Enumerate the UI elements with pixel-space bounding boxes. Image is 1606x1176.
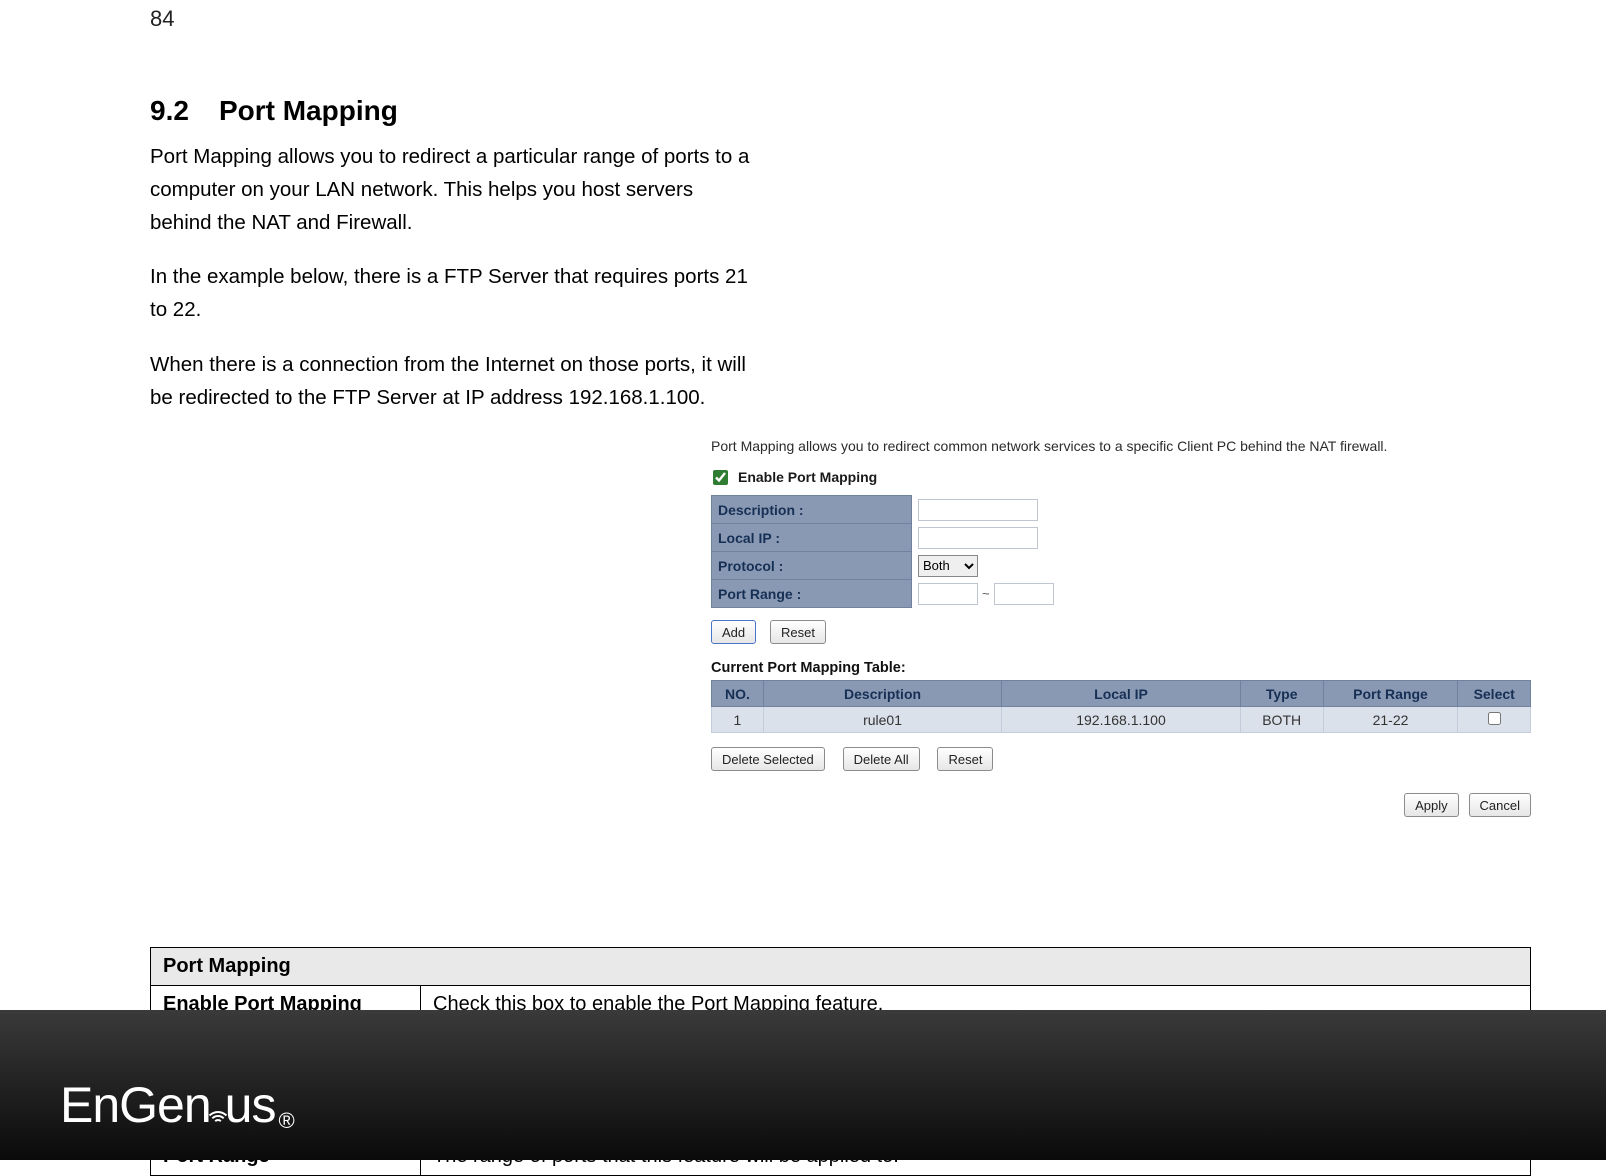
port-mapping-form: Description : Local IP : Protocol : Both	[711, 495, 1151, 608]
brand-logo: EnGen us ®	[60, 1076, 294, 1134]
page-footer: EnGen us ®	[0, 1010, 1606, 1160]
cell-description: rule01	[763, 707, 1001, 733]
section-heading: 9.2 Port Mapping	[150, 95, 1531, 127]
section-number: 9.2	[150, 95, 189, 126]
cell-port-range: 21-22	[1323, 707, 1458, 733]
page-number: 84	[150, 6, 174, 32]
port-range-to-input[interactable]	[994, 583, 1054, 605]
enable-port-mapping-row: Enable Port Mapping	[713, 469, 1531, 485]
brand-text-pre: EnGen	[60, 1076, 211, 1134]
col-select: Select	[1458, 681, 1531, 707]
protocol-select[interactable]: Both	[918, 555, 978, 577]
reset-form-button[interactable]: Reset	[770, 620, 826, 644]
delete-selected-button[interactable]: Delete Selected	[711, 747, 825, 771]
delete-all-button[interactable]: Delete All	[843, 747, 920, 771]
add-button[interactable]: Add	[711, 620, 756, 644]
mapping-table-title: Current Port Mapping Table:	[711, 660, 1531, 676]
table-row: 1 rule01 192.168.1.100 BOTH 21-22	[712, 707, 1531, 733]
cell-select	[1458, 707, 1531, 733]
col-local-ip: Local IP	[1002, 681, 1240, 707]
col-no: NO.	[712, 681, 764, 707]
reset-table-button[interactable]: Reset	[937, 747, 993, 771]
col-type: Type	[1240, 681, 1323, 707]
cell-type: BOTH	[1240, 707, 1323, 733]
section-title: Port Mapping	[219, 95, 398, 126]
enable-port-mapping-label: Enable Port Mapping	[738, 469, 877, 485]
table-header-row: NO. Description Local IP Type Port Range…	[712, 681, 1531, 707]
col-description: Description	[763, 681, 1001, 707]
definitions-header: Port Mapping	[151, 948, 1531, 986]
description-input[interactable]	[918, 499, 1038, 521]
form-label-protocol: Protocol :	[712, 552, 912, 580]
local-ip-input[interactable]	[918, 527, 1038, 549]
ui-screenshot: Port Mapping allows you to redirect comm…	[711, 437, 1531, 818]
cancel-button[interactable]: Cancel	[1469, 793, 1531, 817]
paragraph-2: In the example below, there is a FTP Ser…	[150, 261, 760, 327]
form-label-port-range: Port Range :	[712, 580, 912, 608]
apply-button[interactable]: Apply	[1404, 793, 1459, 817]
form-button-row: Add Reset	[711, 620, 1531, 644]
paragraph-1: Port Mapping allows you to redirect a pa…	[150, 141, 760, 239]
port-mapping-table: NO. Description Local IP Type Port Range…	[711, 680, 1531, 733]
ui-intro-text: Port Mapping allows you to redirect comm…	[711, 437, 1531, 456]
wifi-icon	[209, 1084, 227, 1124]
row-select-checkbox[interactable]	[1488, 712, 1501, 725]
form-label-local-ip: Local IP :	[712, 524, 912, 552]
cell-local-ip: 192.168.1.100	[1002, 707, 1240, 733]
page: 84 9.2 Port Mapping Port Mapping allows y…	[0, 0, 1606, 1160]
paragraph-3: When there is a connection from the Inte…	[150, 349, 760, 415]
cell-no: 1	[712, 707, 764, 733]
form-label-description: Description :	[712, 496, 912, 524]
col-port-range: Port Range	[1323, 681, 1458, 707]
port-range-separator: ~	[982, 586, 990, 601]
description-column: Port Mapping allows you to redirect a pa…	[150, 141, 760, 437]
enable-port-mapping-checkbox[interactable]	[713, 470, 728, 485]
table-action-row: Delete Selected Delete All Reset	[711, 747, 1531, 771]
apply-cancel-row: Apply Cancel	[711, 793, 1531, 817]
brand-text-post: us	[225, 1076, 276, 1134]
port-range-from-input[interactable]	[918, 583, 978, 605]
registered-trademark-icon: ®	[278, 1108, 293, 1134]
